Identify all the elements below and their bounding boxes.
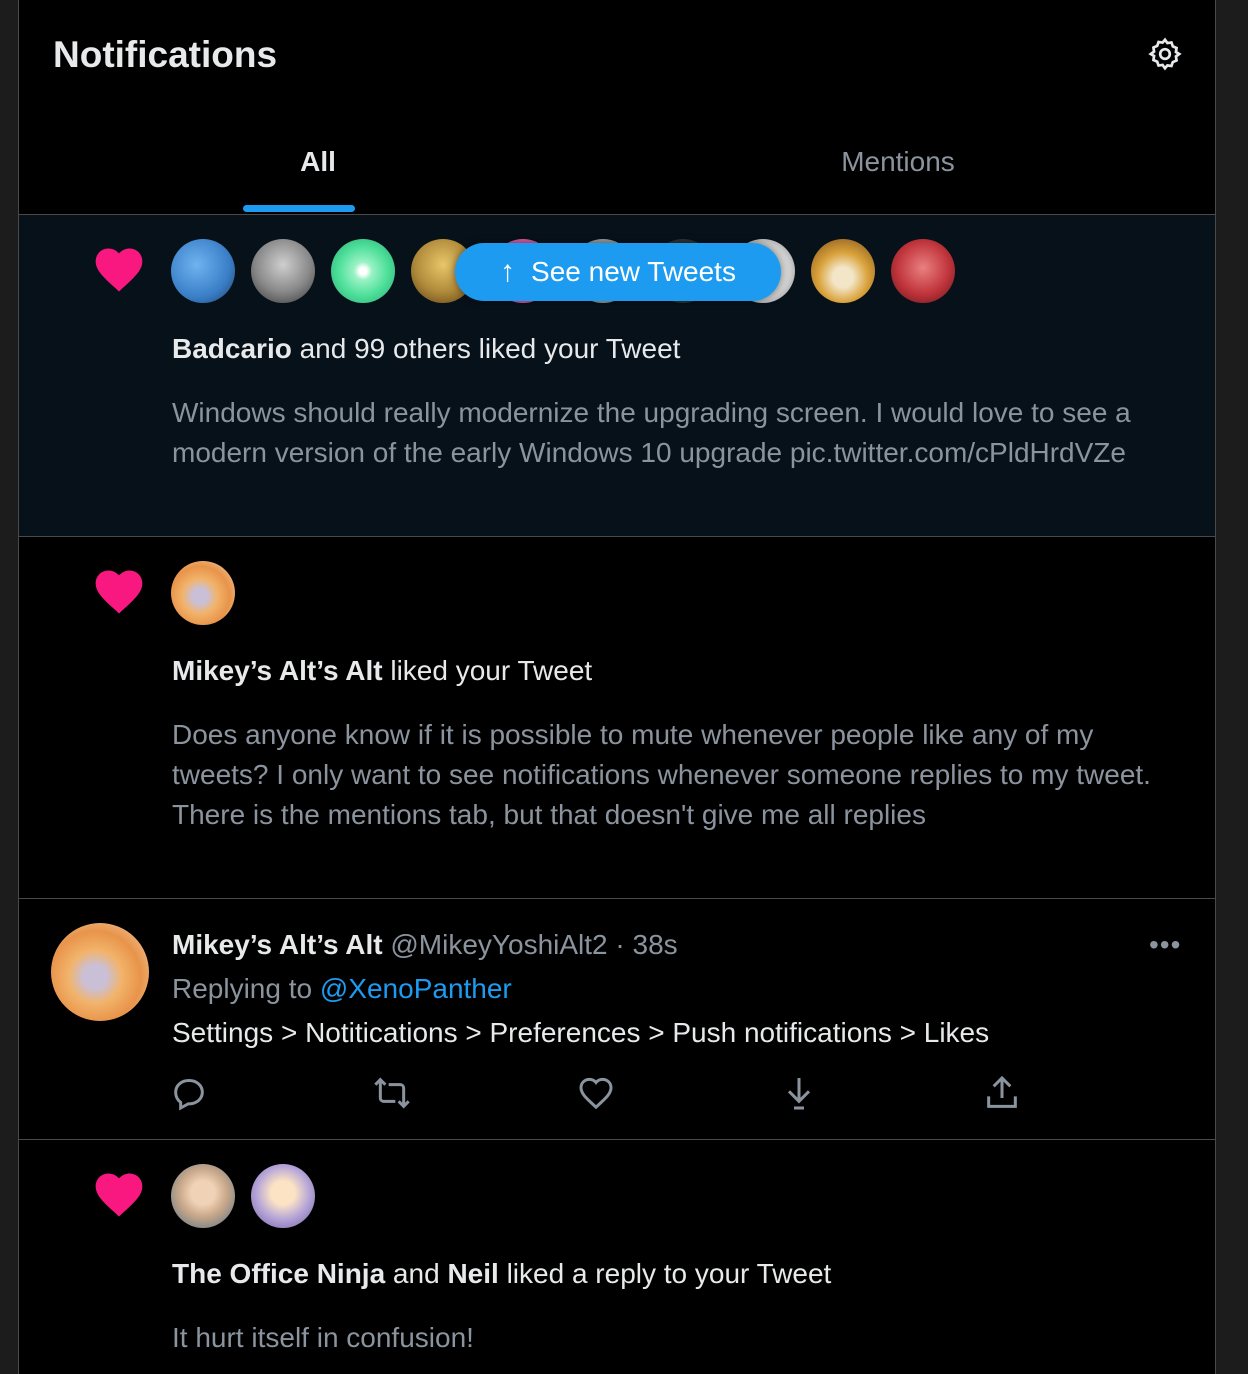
tweet-snippet: Windows should really modernize the upgr… <box>172 397 1131 468</box>
tab-all-label: All <box>300 146 336 177</box>
actor-name[interactable]: Neil <box>447 1258 498 1289</box>
notification-rest: liked a reply to your Tweet <box>498 1258 832 1289</box>
liker-avatars <box>171 1164 331 1228</box>
tweet-snippet: Does anyone know if it is possible to mu… <box>172 715 1182 835</box>
page-title: Notifications <box>53 34 278 75</box>
share-icon[interactable] <box>982 1073 1022 1113</box>
heart-icon <box>95 1173 143 1217</box>
see-new-tweets-button[interactable]: ↑ See new Tweets <box>455 243 781 301</box>
tweet-body: Settings > Notitications > Preferences >… <box>172 1017 990 1048</box>
notification-text: The Office Ninja and Neil liked a reply … <box>172 1258 831 1290</box>
author-name[interactable]: Mikey’s Alt’s Alt <box>172 929 383 960</box>
tweet-snippet: It hurt itself in confusion! <box>172 1322 474 1353</box>
retweet-icon[interactable] <box>372 1073 412 1113</box>
reply-icon[interactable] <box>169 1073 209 1113</box>
avatar[interactable] <box>171 1164 235 1228</box>
avatar[interactable] <box>171 561 235 625</box>
heart-icon <box>95 570 143 614</box>
download-icon[interactable] <box>779 1073 819 1113</box>
header: Notifications <box>19 0 1215 110</box>
like-icon[interactable] <box>576 1073 616 1113</box>
notification-like-mikey[interactable]: Mikey’s Alt’s Alt liked your Tweet Does … <box>19 537 1215 899</box>
replying-to: Replying to @XenoPanther <box>172 973 512 1005</box>
replying-label: Replying to <box>172 973 320 1004</box>
avatar[interactable] <box>331 239 395 303</box>
active-tab-indicator <box>243 205 355 212</box>
notification-rest: liked your Tweet <box>382 655 593 686</box>
heart-icon <box>95 248 143 292</box>
notification-text: Badcario and 99 others liked your Tweet <box>172 333 680 365</box>
snippet-line: There is the mentions tab, but that does… <box>172 799 926 830</box>
actor-name[interactable]: Mikey’s Alt’s Alt <box>172 655 383 686</box>
avatar[interactable] <box>891 239 955 303</box>
see-new-tweets-label: See new Tweets <box>531 256 736 287</box>
reply-tweet[interactable]: Mikey’s Alt’s Alt @MikeyYoshiAlt2 · 38s … <box>19 899 1215 1140</box>
avatar[interactable] <box>811 239 875 303</box>
tab-all[interactable]: All <box>19 110 617 214</box>
notification-like-badcario[interactable]: ↑ See new Tweets Badcario and 99 others … <box>19 215 1215 537</box>
replying-to-link[interactable]: @XenoPanther <box>320 973 512 1004</box>
tab-mentions-label: Mentions <box>841 146 955 177</box>
avatar[interactable] <box>251 1164 315 1228</box>
snippet-line: Does anyone know if it is possible to mu… <box>172 719 1151 790</box>
tab-mentions[interactable]: Mentions <box>599 110 1197 214</box>
author-handle-time[interactable]: @MikeyYoshiAlt2 · 38s <box>390 929 677 960</box>
actor-name[interactable]: The Office Ninja <box>172 1258 385 1289</box>
notification-like-reply[interactable]: The Office Ninja and Neil liked a reply … <box>19 1140 1215 1374</box>
tab-bar: All Mentions <box>19 110 1215 215</box>
gear-icon[interactable] <box>1147 36 1183 72</box>
actor-name[interactable]: Badcario <box>172 333 292 364</box>
arrow-up-icon: ↑ <box>500 255 516 288</box>
notification-rest: and 99 others liked your Tweet <box>291 333 681 364</box>
notifications-panel: Notifications All Mentions ↑ See new Twe… <box>18 0 1216 1374</box>
liker-avatars <box>171 561 251 625</box>
notification-joiner: and <box>385 1258 448 1289</box>
avatar[interactable] <box>51 923 149 1021</box>
avatar[interactable] <box>171 239 235 303</box>
tweet-header: Mikey’s Alt’s Alt @MikeyYoshiAlt2 · 38s <box>172 929 678 961</box>
notification-text: Mikey’s Alt’s Alt liked your Tweet <box>172 655 592 687</box>
avatar[interactable] <box>251 239 315 303</box>
more-options-icon[interactable]: ••• <box>1149 929 1181 961</box>
